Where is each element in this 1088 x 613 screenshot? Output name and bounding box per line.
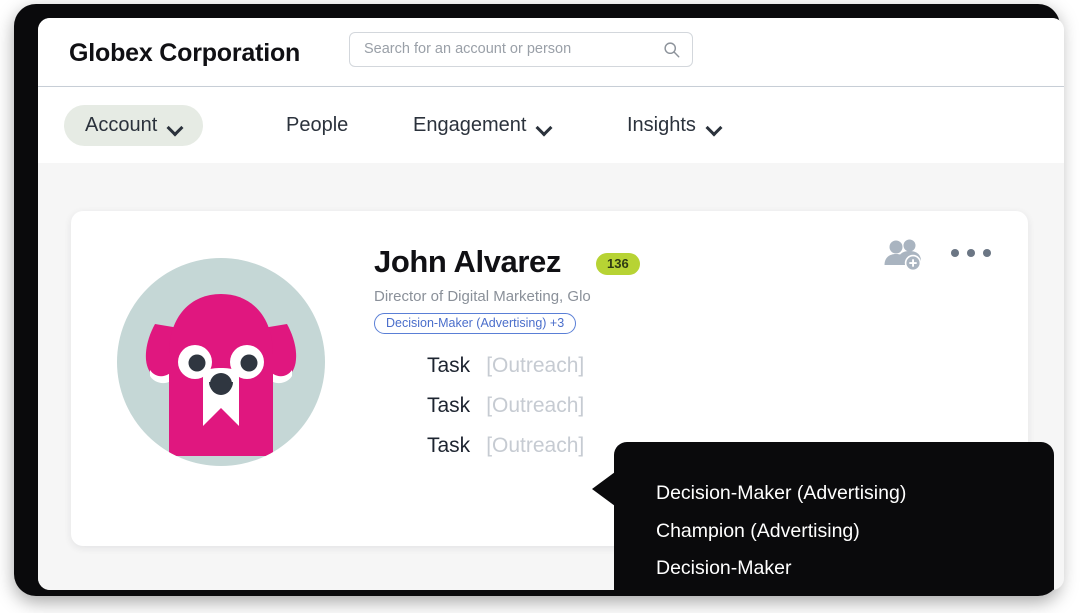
task-label: Task <box>427 434 471 457</box>
dot <box>967 249 975 257</box>
person-name: John Alvarez <box>374 244 561 279</box>
tab-account-label: Account <box>85 114 158 136</box>
tab-engagement[interactable]: Engagement <box>413 105 551 146</box>
dot <box>951 249 959 257</box>
chevron-down-icon <box>707 122 721 131</box>
tab-engagement-label: Engagement <box>413 114 527 136</box>
role-pill[interactable]: Decision-Maker (Advertising) +3 <box>374 313 577 334</box>
task-tag: [Outreach] <box>486 354 585 377</box>
task-tag: [Outreach] <box>486 394 585 417</box>
avatar <box>117 258 325 466</box>
dot <box>983 249 991 257</box>
task-tag: [Outreach] <box>486 434 585 457</box>
dog-avatar-icon <box>145 294 297 456</box>
more-horizontal-icon[interactable] <box>951 249 991 257</box>
person-subtitle: Director of Digital Marketing, Glo <box>374 288 591 305</box>
tooltip-line: Decision-Maker (Advertising) <box>656 482 907 504</box>
tooltip-list: Decision-Maker (Advertising) Champion (A… <box>656 475 1036 590</box>
tab-people[interactable]: People <box>286 105 348 146</box>
search-input[interactable]: Search for an account or person <box>349 32 693 67</box>
status-badge: 136 <box>596 253 640 275</box>
tooltip-arrow-icon <box>592 472 615 506</box>
task-row[interactable]: Task [Outreach] <box>427 354 584 378</box>
add-people-icon[interactable] <box>883 238 925 272</box>
tab-insights[interactable]: Insights <box>627 105 721 146</box>
task-label: Task <box>427 354 471 377</box>
chevron-down-icon <box>168 122 182 131</box>
chevron-down-icon <box>537 122 551 131</box>
content-area: John Alvarez 136 Director of Digital Mar… <box>38 163 1064 590</box>
page-title: Globex Corporation <box>69 39 301 67</box>
search-placeholder: Search for an account or person <box>364 41 572 57</box>
tooltip-line: Decision-Maker <box>656 557 792 579</box>
tooltip-line: (ABX / Modern GTM initiative) <box>656 588 1036 591</box>
tooltip-line: Champion (Advertising) <box>656 519 860 542</box>
role-tooltip: Decision-Maker (Advertising) Champion (A… <box>592 442 1054 590</box>
task-label: Task <box>427 394 471 417</box>
nav-bar: Account People Engagement Insights <box>38 87 1064 163</box>
search-icon[interactable] <box>663 41 680 58</box>
tab-people-label: People <box>286 114 349 136</box>
device-frame: Globex Corporation Search for an account… <box>14 4 1064 596</box>
app-window: Globex Corporation Search for an account… <box>38 18 1064 590</box>
tab-account[interactable]: Account <box>64 105 204 146</box>
app-header: Globex Corporation Search for an account… <box>38 18 1064 87</box>
task-row[interactable]: Task [Outreach] <box>427 434 584 458</box>
task-row[interactable]: Task [Outreach] <box>427 394 584 418</box>
tab-insights-label: Insights <box>627 114 696 136</box>
